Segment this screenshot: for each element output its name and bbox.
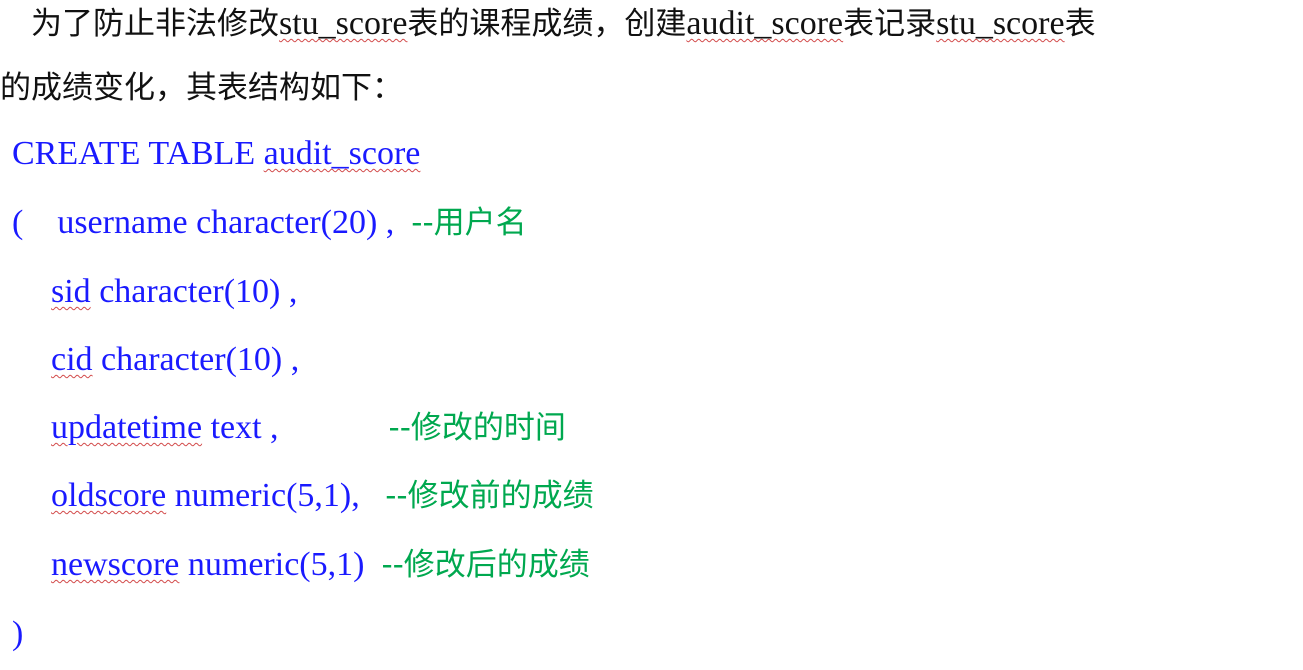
sql-column-type: numeric(5,1), [166, 477, 386, 514]
document-page: 为了防止非法修改stu_score表的课程成绩，创建audit_score表记录… [0, 0, 1303, 670]
sql-comment: --用户名 [411, 205, 527, 241]
sql-column-name: cid [51, 341, 93, 378]
code-line-close-paren: ) [12, 614, 23, 654]
sql-column-name: updatetime [51, 409, 203, 446]
sql-keyword: CREATE TABLE [12, 135, 264, 172]
intro-text-segment: 表记录 [843, 6, 937, 42]
code-line-create-table: CREATE TABLE audit_score [12, 134, 420, 174]
intro-text-segment: 表的课程成绩，创建 [407, 6, 687, 42]
sql-column-name: newscore [51, 546, 180, 583]
sql-table-name: audit_score [263, 135, 421, 172]
sql-comment: --修改后的成绩 [381, 547, 590, 583]
intro-paragraph-line-2: 的成绩变化，其表结构如下： [0, 68, 403, 108]
table-name-stu-score: stu_score [936, 5, 1065, 42]
code-line-updatetime: updatetime text , --修改的时间 [51, 408, 566, 448]
table-name-audit-score: audit_score [686, 5, 844, 42]
sql-column-name: sid [51, 273, 91, 310]
intro-text-segment: 的成绩变化，其表结构如下： [0, 70, 403, 106]
intro-text-segment: 表 [1064, 6, 1096, 42]
code-line-oldscore: oldscore numeric(5,1), --修改前的成绩 [51, 476, 594, 516]
table-name-stu-score: stu_score [279, 5, 408, 42]
code-line-sid: sid character(10) , [51, 272, 297, 312]
intro-text-segment: 为了防止非法修改 [0, 6, 279, 42]
code-line-cid: cid character(10) , [51, 340, 299, 380]
sql-column-definition: ( username character(20) , [12, 204, 412, 241]
code-line-newscore: newscore numeric(5,1) --修改后的成绩 [51, 545, 590, 585]
sql-column-type: character(10) , [90, 273, 298, 310]
sql-column-type: character(10) , [92, 341, 300, 378]
sql-column-type: text , [202, 409, 279, 446]
sql-close-paren: ) [12, 615, 24, 652]
sql-column-type: numeric(5,1) [179, 546, 382, 583]
sql-column-name: oldscore [51, 477, 167, 514]
intro-paragraph-line-1: 为了防止非法修改stu_score表的课程成绩，创建audit_score表记录… [0, 4, 1096, 44]
code-line-username: ( username character(20) , --用户名 [12, 203, 527, 243]
sql-comment: --修改前的成绩 [385, 478, 594, 514]
sql-comment: --修改的时间 [388, 410, 566, 446]
